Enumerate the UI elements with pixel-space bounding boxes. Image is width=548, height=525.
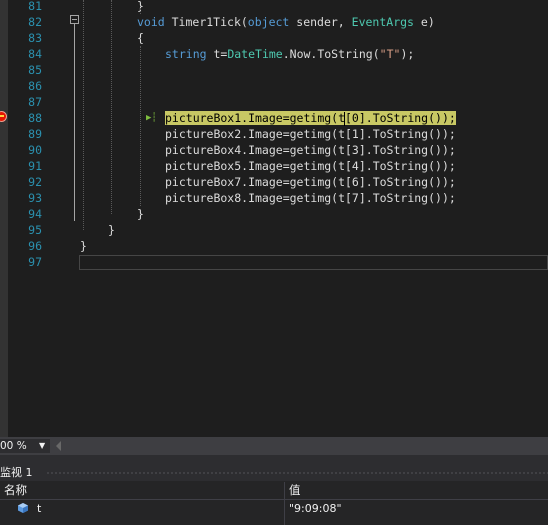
code-text: pictureBox2.Image=getimg(t[1].ToString()… bbox=[165, 126, 456, 142]
watch-row[interactable]: t "9:09:08" bbox=[0, 500, 548, 517]
code-text: pictureBox8.Image=getimg(t[7].ToString()… bbox=[165, 190, 456, 206]
column-header-value[interactable]: 值 bbox=[289, 482, 301, 499]
drag-grip[interactable] bbox=[46, 471, 548, 475]
line-number: 89 bbox=[28, 127, 42, 141]
indent-guide bbox=[111, 0, 112, 214]
line-number: 82 bbox=[28, 15, 42, 29]
column-header-name[interactable]: 名称 bbox=[4, 482, 27, 499]
line-number: 90 bbox=[28, 143, 42, 157]
code-token: pictureBox5.Image=getimg(t[4].ToString()… bbox=[165, 159, 456, 173]
code-text: } bbox=[108, 222, 115, 238]
line-number: 93 bbox=[28, 191, 42, 205]
line-number: 92 bbox=[28, 175, 42, 189]
line-number: 94 bbox=[28, 207, 42, 221]
watch-panel: 监视 1 名称 值 t "9:09:08" bbox=[0, 464, 548, 525]
code-token: t= bbox=[206, 47, 228, 61]
line-number: 86 bbox=[28, 79, 42, 93]
code-token: sender, bbox=[289, 15, 352, 29]
watch-panel-title-bar[interactable]: 监视 1 bbox=[0, 464, 548, 481]
indent-guide bbox=[140, 8, 141, 14]
code-text: string t=DateTime.Now.ToString("T"); bbox=[165, 46, 414, 62]
code-token: } bbox=[137, 207, 144, 221]
code-token: "T" bbox=[379, 47, 401, 61]
code-text: } bbox=[137, 206, 144, 222]
code-token: pictureBox4.Image=getimg(t[3].ToString()… bbox=[165, 143, 456, 157]
line-number: 83 bbox=[28, 31, 42, 45]
indent-guide bbox=[140, 46, 141, 206]
editor-status-bar: 00 % ▼ bbox=[0, 437, 548, 455]
scroll-left-icon[interactable] bbox=[56, 441, 61, 451]
watch-row-value[interactable]: "9:09:08" bbox=[289, 500, 342, 517]
code-token: DateTime bbox=[227, 47, 283, 61]
variable-icon bbox=[18, 503, 28, 513]
code-text: pictureBox1.Image=getimg(t[0].ToString()… bbox=[165, 110, 456, 126]
code-line[interactable]: 96} bbox=[0, 238, 548, 254]
code-token: EventArgs bbox=[351, 15, 414, 29]
line-number: 95 bbox=[28, 223, 42, 237]
chevron-down-icon[interactable]: ▼ bbox=[39, 439, 45, 453]
code-text: { bbox=[137, 30, 144, 46]
code-editor[interactable]: 81} 82 void Timer1Tick(object sender, Even… bbox=[0, 0, 548, 437]
line-number: 97 bbox=[28, 255, 42, 269]
code-token: pictureBox1.Image=getimg(t[0].ToString()… bbox=[165, 111, 456, 125]
fold-line bbox=[74, 24, 75, 221]
panel-splitter[interactable] bbox=[0, 455, 548, 464]
code-token: } bbox=[108, 223, 115, 237]
code-token: } bbox=[80, 239, 87, 253]
line-number: 87 bbox=[28, 95, 42, 109]
indent-guide bbox=[83, 0, 84, 230]
code-token: void bbox=[137, 15, 165, 29]
line-number: 81 bbox=[28, 0, 42, 13]
code-text: void Timer1Tick(object sender, EventArgs… bbox=[137, 14, 435, 30]
code-token: string bbox=[165, 47, 207, 61]
code-token: pictureBox7.Image=getimg(t[6].ToString()… bbox=[165, 175, 456, 189]
code-text: pictureBox4.Image=getimg(t[3].ToString()… bbox=[165, 142, 456, 158]
current-line-highlight bbox=[79, 255, 548, 270]
code-text: pictureBox5.Image=getimg(t[4].ToString()… bbox=[165, 158, 456, 174]
code-text: } bbox=[80, 238, 87, 254]
line-number: 96 bbox=[28, 239, 42, 253]
zoom-value: 00 % bbox=[0, 440, 27, 452]
current-statement-arrow-icon: ▶┆ bbox=[146, 113, 157, 123]
line-number: 84 bbox=[28, 47, 42, 61]
code-token: pictureBox8.Image=getimg(t[7].ToString()… bbox=[165, 191, 456, 205]
text-caret bbox=[344, 112, 345, 126]
line-number: 91 bbox=[28, 159, 42, 173]
code-token: pictureBox2.Image=getimg(t[1].ToString()… bbox=[165, 127, 456, 141]
line-number: 88 bbox=[28, 111, 42, 125]
code-text: pictureBox7.Image=getimg(t[6].ToString()… bbox=[165, 174, 456, 190]
code-token: .Now.ToString( bbox=[282, 47, 380, 61]
code-token: Timer1Tick( bbox=[164, 15, 248, 29]
code-token: e) bbox=[413, 15, 435, 29]
code-token: ); bbox=[400, 47, 415, 61]
line-number: 85 bbox=[28, 63, 42, 77]
zoom-dropdown[interactable]: 00 % ▼ bbox=[0, 439, 50, 453]
collapse-icon[interactable] bbox=[70, 15, 79, 24]
code-token: object bbox=[247, 15, 290, 29]
code-token: { bbox=[137, 31, 144, 45]
watch-header: 名称 值 bbox=[0, 482, 548, 500]
watch-row-name: t bbox=[37, 502, 42, 515]
watch-panel-title: 监视 1 bbox=[0, 466, 33, 479]
